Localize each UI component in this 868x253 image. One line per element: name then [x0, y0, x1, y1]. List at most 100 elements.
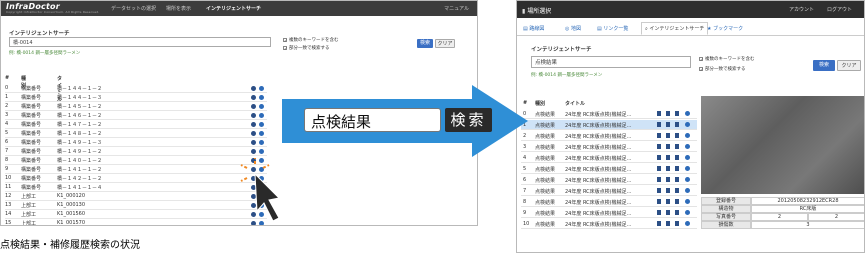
doc-icon[interactable]: [675, 166, 679, 171]
doc-icon[interactable]: [675, 133, 679, 138]
option-partial-match[interactable]: ✓ 部分一致で検索する: [283, 45, 330, 51]
info-icon[interactable]: [251, 122, 256, 127]
nav-location[interactable]: 場所を表示: [166, 5, 191, 12]
search-button[interactable]: 検索: [813, 60, 835, 71]
info-icon[interactable]: [251, 140, 256, 145]
doc-icon[interactable]: [666, 122, 670, 127]
doc-icon[interactable]: [675, 221, 679, 226]
manual-menu[interactable]: マニュアル: [444, 5, 469, 12]
table-row[interactable]: 2 構築番号 橋－１４５－１－２: [5, 102, 267, 111]
doc-icon[interactable]: [657, 188, 661, 193]
doc-icon[interactable]: [657, 221, 661, 226]
doc-icon[interactable]: [657, 122, 661, 127]
table-row[interactable]: 9 点検結果 24年度 RC床版点検(機械足...: [521, 208, 697, 218]
table-row[interactable]: 11 構築番号 橋－１４１－１－４: [5, 183, 267, 192]
detail-icon[interactable]: [685, 133, 690, 138]
table-row[interactable]: 6 構築番号 橋－１４９－１－３: [5, 138, 267, 147]
detail-icon[interactable]: [685, 188, 690, 193]
table-row[interactable]: 9 構築番号 橋－１４１－１－２: [5, 165, 267, 174]
detail-icon[interactable]: [259, 86, 264, 91]
doc-icon[interactable]: [666, 144, 670, 149]
doc-icon[interactable]: [666, 177, 670, 182]
tab-bookmark[interactable]: ★ ブックマーク: [707, 25, 743, 32]
table-row[interactable]: 7 構築番号 橋－１４９－１－２: [5, 147, 267, 156]
detail-icon[interactable]: [685, 210, 690, 215]
doc-icon[interactable]: [657, 144, 661, 149]
table-row[interactable]: 14 上部工 K1_001560: [5, 210, 267, 219]
tab-route-map[interactable]: ▤ 路線図: [523, 25, 544, 32]
table-row[interactable]: 0 点検結果 24年度 RC床版点検(機械足...: [521, 109, 697, 119]
option-multi-keyword[interactable]: ✓ 複数のキーワードを含む: [283, 37, 339, 43]
detail-icon[interactable]: [685, 155, 690, 160]
detail-icon[interactable]: [685, 221, 690, 226]
doc-icon[interactable]: [675, 177, 679, 182]
doc-icon[interactable]: [675, 144, 679, 149]
doc-icon[interactable]: [666, 199, 670, 204]
info-icon[interactable]: [251, 131, 256, 136]
detail-icon[interactable]: [685, 122, 690, 127]
doc-icon[interactable]: [657, 177, 661, 182]
table-row[interactable]: 15 上部工 K1_001570: [5, 219, 267, 225]
doc-icon[interactable]: [675, 188, 679, 193]
table-row[interactable]: 4 点検結果 24年度 RC床版点検(機械足...: [521, 153, 697, 163]
doc-icon[interactable]: [657, 155, 661, 160]
table-row[interactable]: 7 点検結果 24年度 RC床版点検(機械足...: [521, 186, 697, 196]
detail-icon[interactable]: [259, 122, 264, 127]
table-row[interactable]: 10 構築番号 橋－１４２－１－２: [5, 174, 267, 183]
table-row[interactable]: 3 構築番号 橋－１４６－１－２: [5, 111, 267, 120]
doc-icon[interactable]: [666, 210, 670, 215]
table-row[interactable]: 0 構築番号 橋－１４４－１－２: [5, 84, 267, 93]
doc-icon[interactable]: [666, 221, 670, 226]
option-multi-keyword[interactable]: ✓ 複数のキーワードを含む: [699, 56, 755, 62]
detail-icon[interactable]: [685, 199, 690, 204]
doc-icon[interactable]: [657, 166, 661, 171]
detail-icon[interactable]: [685, 111, 690, 116]
tab-link-list[interactable]: ▤ リンク一覧: [597, 25, 628, 32]
doc-icon[interactable]: [657, 133, 661, 138]
doc-icon[interactable]: [675, 122, 679, 127]
table-row[interactable]: 5 点検結果 24年度 RC床版点検(機械足...: [521, 164, 697, 174]
detail-icon[interactable]: [259, 140, 264, 145]
table-row[interactable]: 5 構築番号 橋－１４８－１－２: [5, 129, 267, 138]
detail-icon[interactable]: [259, 149, 264, 154]
tab-map[interactable]: ◎ 地図: [565, 25, 581, 32]
detail-icon[interactable]: [259, 113, 264, 118]
info-icon[interactable]: [251, 149, 256, 154]
info-icon[interactable]: [251, 86, 256, 91]
table-row[interactable]: 8 点検結果 24年度 RC床版点検(機械足...: [521, 197, 697, 207]
doc-icon[interactable]: [657, 199, 661, 204]
table-row[interactable]: 1 構築番号 橋－１４４－１－３: [5, 93, 267, 102]
table-row[interactable]: 10 点検結果 24年度 RC床版点検(機械足...: [521, 219, 697, 229]
doc-icon[interactable]: [657, 111, 661, 116]
doc-icon[interactable]: [675, 199, 679, 204]
table-row[interactable]: 8 構築番号 橋－１４０－１－２: [5, 156, 267, 165]
logout-link[interactable]: ログアウト: [827, 6, 852, 13]
clear-button[interactable]: クリア: [837, 60, 861, 71]
detail-icon[interactable]: [685, 144, 690, 149]
doc-icon[interactable]: [666, 166, 670, 171]
detail-icon[interactable]: [259, 104, 264, 109]
doc-icon[interactable]: [675, 210, 679, 215]
option-partial-match[interactable]: ✓ 部分一致で検索する: [699, 66, 746, 72]
doc-icon[interactable]: [666, 188, 670, 193]
info-icon[interactable]: [251, 113, 256, 118]
nav-dataset[interactable]: データセットの選択: [111, 5, 156, 12]
doc-icon[interactable]: [666, 155, 670, 160]
table-row[interactable]: 13 上部工 K1_000130: [5, 201, 267, 210]
info-icon[interactable]: [251, 95, 256, 100]
account-link[interactable]: アカウント: [789, 6, 814, 13]
search-button[interactable]: 検索: [417, 39, 433, 48]
doc-icon[interactable]: [666, 133, 670, 138]
tab-intelligent-search[interactable]: ⌕ インテリジェントサーチ: [641, 22, 709, 35]
table-row[interactable]: 4 構築番号 橋－１４７－１－２: [5, 120, 267, 129]
table-row[interactable]: 3 点検結果 24年度 RC床版点検(機械足...: [521, 142, 697, 152]
doc-icon[interactable]: [675, 111, 679, 116]
detail-icon[interactable]: [685, 177, 690, 182]
doc-icon[interactable]: [675, 155, 679, 160]
table-row[interactable]: 2 点検結果 24年度 RC床版点検(機械足...: [521, 131, 697, 141]
table-row[interactable]: 1 点検結果 24年度 RC床版点検(機械足...: [521, 120, 697, 130]
info-icon[interactable]: [251, 104, 256, 109]
detail-icon[interactable]: [259, 95, 264, 100]
search-input[interactable]: 橋-0014: [9, 37, 271, 47]
doc-icon[interactable]: [666, 111, 670, 116]
